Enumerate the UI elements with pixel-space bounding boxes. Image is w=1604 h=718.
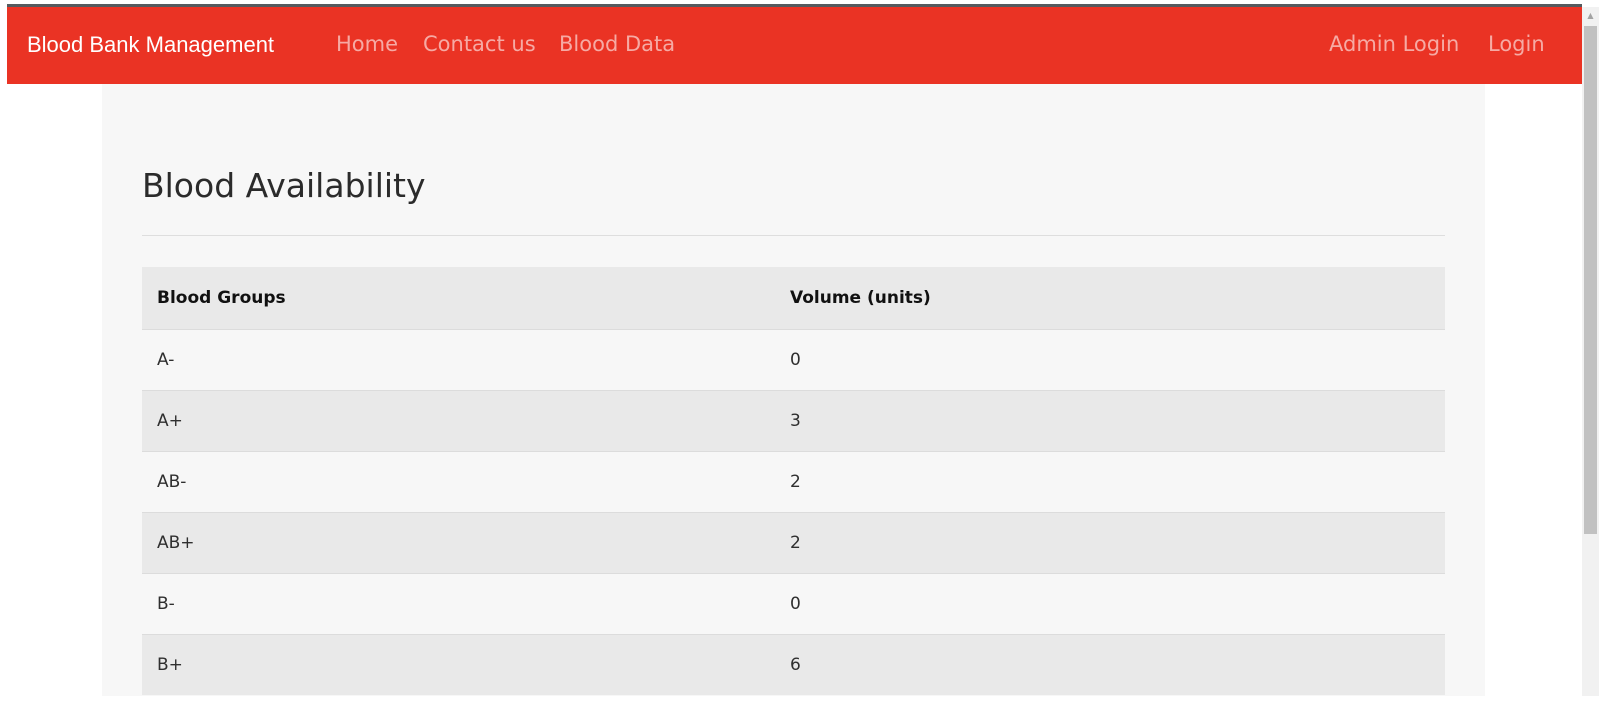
brand-link[interactable]: Blood Bank Management: [27, 32, 274, 58]
column-header-blood-groups: Blood Groups: [157, 288, 286, 308]
browser-viewport: Blood Bank Management Home Contact us Bl…: [0, 0, 1604, 718]
blood-group-cell: AB-: [157, 472, 187, 492]
blood-availability-table: Blood Groups Volume (units) A- 0 A+ 3 AB…: [142, 267, 1445, 695]
scroll-up-arrow-icon[interactable]: ▲: [1582, 7, 1599, 24]
table-row: AB- 2: [142, 451, 1445, 512]
column-header-volume: Volume (units): [790, 288, 931, 308]
blood-group-cell: A-: [157, 350, 175, 370]
table-row: AB+ 2: [142, 512, 1445, 573]
blood-group-cell: B+: [157, 655, 183, 675]
table-row: A- 0: [142, 329, 1445, 390]
top-navbar: Blood Bank Management Home Contact us Bl…: [7, 7, 1582, 84]
table-row: A+ 3: [142, 390, 1445, 451]
table-header-row: Blood Groups Volume (units): [142, 267, 1445, 329]
blood-group-cell: AB+: [157, 533, 195, 553]
nav-link-admin-login[interactable]: Admin Login: [1329, 32, 1459, 56]
main-content: Blood Availability Blood Groups Volume (…: [102, 84, 1485, 696]
nav-link-contact-us[interactable]: Contact us: [423, 32, 536, 56]
table-row: B+ 6: [142, 634, 1445, 695]
nav-link-blood-data[interactable]: Blood Data: [559, 32, 675, 56]
volume-cell: 6: [790, 655, 801, 675]
page-title: Blood Availability: [142, 166, 426, 205]
table-row: B- 0: [142, 573, 1445, 634]
scrollbar-thumb[interactable]: [1584, 26, 1597, 534]
volume-cell: 2: [790, 533, 801, 553]
volume-cell: 2: [790, 472, 801, 492]
blood-group-cell: A+: [157, 411, 183, 431]
blood-group-cell: B-: [157, 594, 175, 614]
volume-cell: 0: [790, 350, 801, 370]
volume-cell: 3: [790, 411, 801, 431]
title-divider: [142, 235, 1445, 236]
vertical-scrollbar[interactable]: ▲: [1582, 7, 1599, 696]
volume-cell: 0: [790, 594, 801, 614]
nav-link-home[interactable]: Home: [336, 32, 398, 56]
nav-link-login[interactable]: Login: [1488, 32, 1545, 56]
